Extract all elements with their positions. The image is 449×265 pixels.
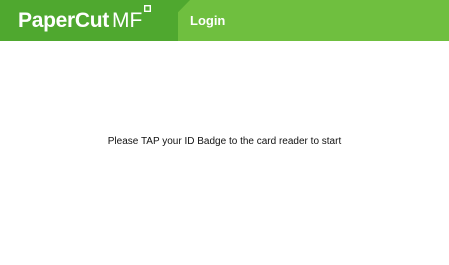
- page-title: Login: [190, 13, 226, 28]
- brand-suffix: MF: [111, 5, 152, 36]
- header-bar: PaperCut MF Login: [0, 0, 449, 41]
- badge-instruction-message: Please TAP your ID Badge to the card rea…: [107, 136, 342, 147]
- brand-suffix-text: MF: [111, 9, 143, 32]
- papercut-logo-icon: [144, 5, 152, 12]
- header-slant-divider: [150, 0, 190, 41]
- papercut-logo: PaperCut MF: [18, 5, 152, 36]
- login-screen: PaperCut MF Login Please TAP your ID Bad…: [0, 0, 449, 265]
- brand-name: PaperCut: [18, 9, 109, 32]
